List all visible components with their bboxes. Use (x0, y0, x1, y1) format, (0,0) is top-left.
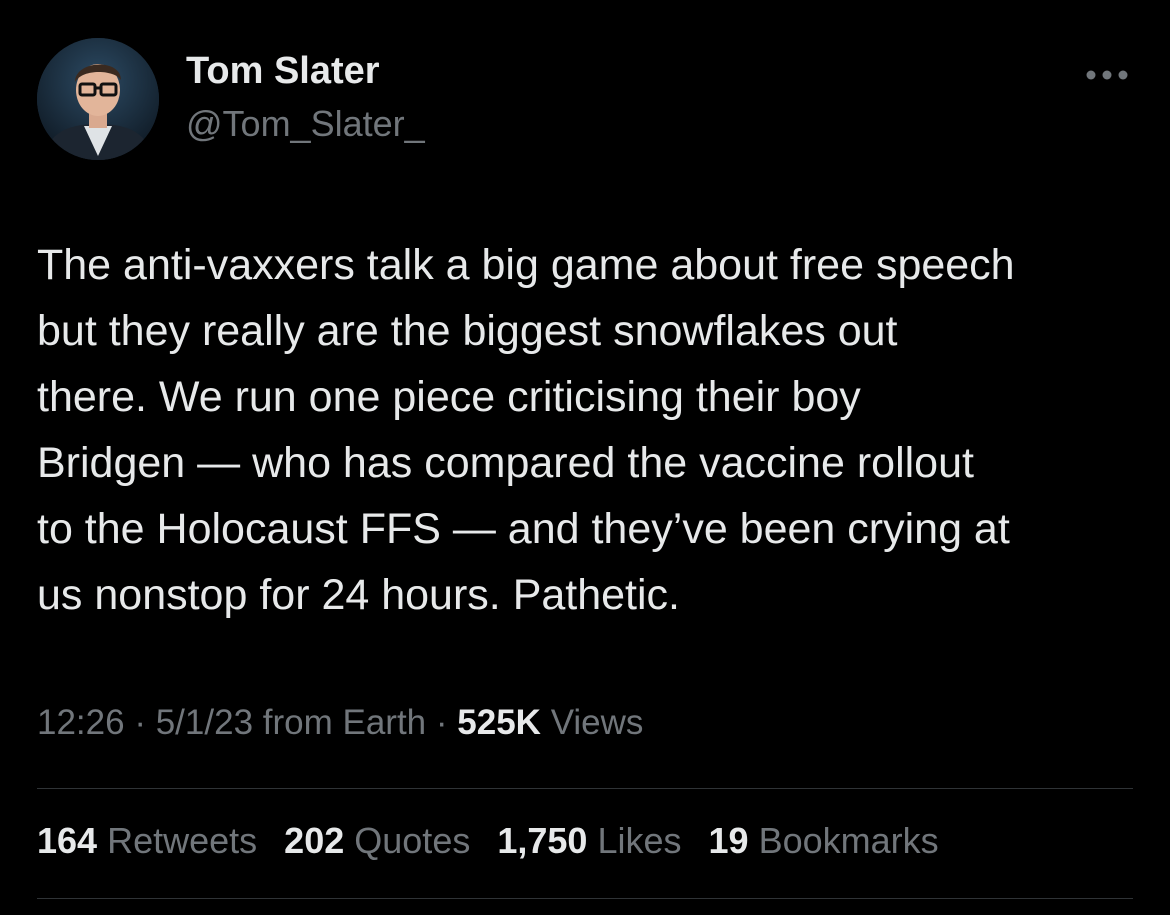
views-count: 525K (457, 703, 541, 742)
tweet-detail: Tom Slater @Tom_Slater_ The anti-vaxxers… (0, 0, 1170, 915)
author-display-name[interactable]: Tom Slater (186, 50, 380, 93)
meta-separator: · (134, 703, 146, 742)
engagement-stats: 164 Retweets 202 Quotes 1,750 Likes 19 B… (37, 820, 939, 862)
tweet-text: The anti-vaxxers talk a big game about f… (37, 241, 1015, 619)
bookmarks-count: 19 (708, 820, 749, 861)
meta-separator: · (435, 703, 448, 742)
avatar-photo (37, 38, 159, 160)
author-handle[interactable]: @Tom_Slater_ (186, 103, 425, 145)
retweets-label: Retweets (107, 820, 258, 861)
likes-count: 1,750 (497, 820, 588, 861)
views-label: Views (550, 703, 644, 742)
more-options-button[interactable] (1082, 60, 1132, 90)
tweet-metadata: 12:26 · 5/1/23 from Earth · 525K Views (37, 703, 643, 743)
retweets-count: 164 (37, 820, 98, 861)
views[interactable]: 525K Views (457, 703, 643, 742)
quotes-stat[interactable]: 202 Quotes (284, 820, 470, 862)
divider (37, 788, 1133, 789)
bookmarks-label: Bookmarks (758, 820, 939, 861)
quotes-count: 202 (284, 820, 345, 861)
more-horizontal-icon (1086, 70, 1128, 80)
divider (37, 898, 1133, 899)
quotes-label: Quotes (354, 820, 471, 861)
retweets-stat[interactable]: 164 Retweets (37, 820, 257, 862)
likes-stat[interactable]: 1,750 Likes (497, 820, 681, 862)
tweet-source: from Earth (262, 703, 427, 742)
tweet-date[interactable]: 5/1/23 (156, 703, 253, 742)
bookmarks-stat[interactable]: 19 Bookmarks (709, 820, 939, 862)
tweet-time[interactable]: 12:26 (37, 703, 125, 742)
likes-label: Likes (597, 820, 682, 861)
avatar[interactable] (37, 38, 159, 160)
